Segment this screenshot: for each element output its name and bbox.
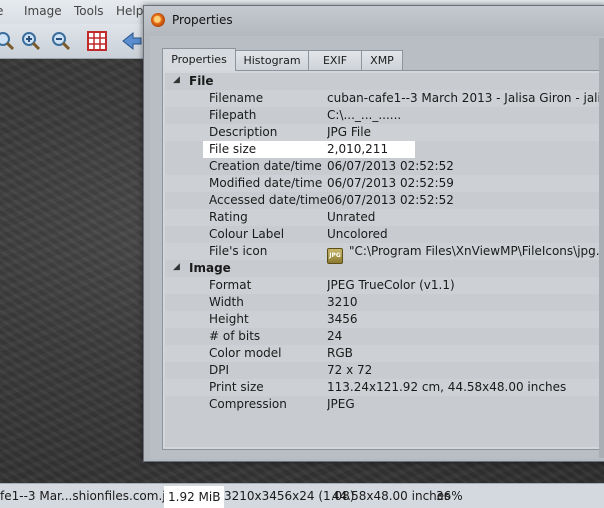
property-value: 24 [327, 329, 343, 343]
property-value: "C:\Program Files\XnViewMP\FileIcons\jpg… [349, 244, 604, 258]
property-row-colour-label[interactable]: Colour Label Uncolored [165, 226, 604, 243]
property-key: Colour Label [209, 227, 285, 241]
property-row-filepath[interactable]: Filepath C:\..._..._...... [165, 107, 604, 124]
properties-panel: ◢ File Filename cuban-cafe1--3 March 201… [162, 70, 604, 450]
property-value: JPEG TrueColor (v1.1) [327, 278, 455, 292]
group-label: File [189, 74, 214, 88]
status-filesize: 1.92 MiB [164, 486, 225, 508]
property-row-accessed-date[interactable]: Accessed date/time 06/07/2013 02:52:52 [165, 192, 604, 209]
status-bar: fe1--3 Mar...shionfiles.com.jpg 1.92 MiB… [0, 483, 604, 508]
property-key: Filename [209, 91, 264, 105]
app-logo-icon [151, 13, 165, 27]
property-row-file-icon[interactable]: File's icon JPG "C:\Program Files\XnViewM… [165, 243, 604, 264]
collapse-triangle-icon[interactable]: ◢ [173, 262, 180, 272]
status-filename: fe1--3 Mar...shionfiles.com.jpg [0, 489, 181, 503]
property-value: 06/07/2013 02:52:52 [327, 193, 454, 207]
properties-titlebar[interactable]: Properties [144, 6, 604, 36]
property-value: 72 x 72 [327, 363, 373, 377]
menu-item-edit[interactable]: e [0, 4, 3, 18]
property-value: 113.24x121.92 cm, 44.58x48.00 inches [327, 380, 567, 394]
property-value: RGB [327, 346, 353, 360]
tab-properties[interactable]: Properties [162, 48, 236, 71]
property-row-filename[interactable]: Filename cuban-cafe1--3 March 2013 - Jal… [165, 90, 604, 107]
property-key: # of bits [209, 329, 261, 343]
tab-exif[interactable]: EXIF [308, 50, 362, 70]
property-row-width[interactable]: Width 3210 [165, 294, 604, 311]
property-key: Color model [209, 346, 282, 360]
property-value: 06/07/2013 02:52:52 [327, 159, 454, 173]
property-value: JPG File [327, 125, 371, 139]
zoom-in-icon[interactable] [20, 30, 42, 52]
menu-item-tools[interactable]: Tools [74, 4, 104, 18]
property-value: Unrated [327, 210, 376, 224]
property-key: Modified date/time [209, 176, 323, 190]
property-key: Accessed date/time [209, 193, 328, 207]
property-key: Width [209, 295, 244, 309]
properties-client: Properties Histogram EXIF XMP ◢ File Fil… [150, 36, 604, 459]
property-row-compression[interactable]: Compression JPEG [165, 396, 604, 413]
property-key: Print size [209, 380, 264, 394]
property-key: DPI [209, 363, 230, 377]
property-value: C:\..._..._...... [327, 108, 402, 122]
property-key: Creation date/time [209, 159, 322, 173]
property-value: cuban-cafe1--3 March 2013 - Jalisa Giron… [327, 91, 604, 105]
group-header-image[interactable]: ◢ Image [165, 260, 604, 277]
property-row-height[interactable]: Height 3456 [165, 311, 604, 328]
property-value: Uncolored [327, 227, 388, 241]
properties-window: Properties Properties Histogram EXIF XMP… [143, 5, 604, 462]
property-row-modified-date[interactable]: Modified date/time 06/07/2013 02:52:59 [165, 175, 604, 192]
status-print-size: 44.58x48.00 inches [332, 489, 451, 503]
property-row-creation-date[interactable]: Creation date/time 06/07/2013 02:52:52 [165, 158, 604, 175]
grid-icon[interactable] [86, 30, 108, 52]
tab-xmp[interactable]: XMP [361, 50, 403, 70]
property-row-dpi[interactable]: DPI 72 x 72 [165, 362, 604, 379]
property-row-rating[interactable]: Rating Unrated [165, 209, 604, 226]
menu-item-help[interactable]: Help [116, 4, 143, 18]
collapse-triangle-icon[interactable]: ◢ [173, 75, 180, 85]
property-row-print-size[interactable]: Print size 113.24x121.92 cm, 44.58x48.00… [165, 379, 604, 396]
property-key: Format [209, 278, 252, 292]
property-value: 3210 [327, 295, 358, 309]
property-value: JPEG [327, 397, 355, 411]
property-key: Filepath [209, 108, 257, 122]
property-value: 06/07/2013 02:52:59 [327, 176, 454, 190]
property-row-file-size[interactable]: File size 2,010,211 [203, 141, 415, 158]
property-list[interactable]: ◢ File Filename cuban-cafe1--3 March 201… [165, 73, 604, 447]
property-key: Rating [209, 210, 248, 224]
tab-histogram[interactable]: Histogram [235, 50, 309, 70]
property-value: 2,010,211 [327, 142, 389, 156]
group-label: Image [189, 261, 231, 275]
property-value: 3456 [327, 312, 358, 326]
property-key: File size [209, 142, 257, 156]
property-row-bits[interactable]: # of bits 24 [165, 328, 604, 345]
window-title: Properties [172, 13, 233, 27]
zoom-out-icon[interactable] [50, 30, 72, 52]
property-key: Height [209, 312, 249, 326]
window-edge-scrollbar[interactable] [599, 38, 604, 458]
back-arrow-icon[interactable] [120, 30, 142, 52]
status-zoom: 36% [436, 489, 463, 503]
property-row-description[interactable]: Description JPG File [165, 124, 604, 141]
group-header-file[interactable]: ◢ File [165, 73, 604, 90]
property-key: File's icon [209, 244, 268, 258]
property-key: Description [209, 125, 278, 139]
property-row-format[interactable]: Format JPEG TrueColor (v1.1) [165, 277, 604, 294]
zoom-fit-icon[interactable] [0, 30, 16, 52]
property-row-color-model[interactable]: Color model RGB [165, 345, 604, 362]
menu-item-image[interactable]: Image [24, 4, 62, 18]
property-key: Compression [209, 397, 287, 411]
